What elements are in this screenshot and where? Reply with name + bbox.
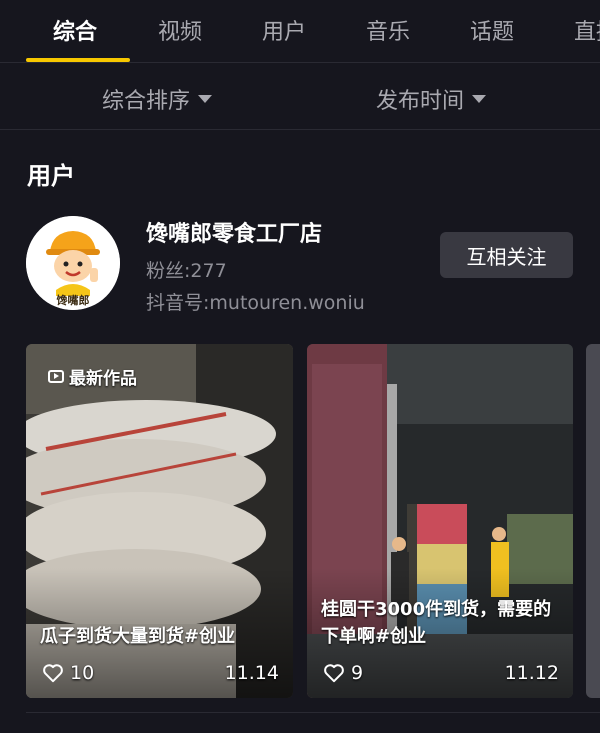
user-name[interactable]: 馋嘴郎零食工厂店 (146, 216, 322, 248)
divider (26, 712, 600, 713)
video-caption: 瓜子到货大量到货#创业 (40, 626, 236, 647)
video-date: 11.14 (224, 662, 279, 684)
tab-topic[interactable]: 话题 (470, 14, 514, 46)
video-card[interactable]: 最新作品 瓜子到货大量到货#创业 10 11.14 (26, 344, 293, 698)
category-tabs: 综合 视频 用户 音乐 话题 直播 (0, 0, 600, 63)
tab-music[interactable]: 音乐 (366, 14, 410, 46)
heart-icon (43, 664, 63, 683)
svg-text:馋嘴郎: 馋嘴郎 (56, 293, 90, 307)
publish-time-label: 发布时间 (376, 89, 465, 114)
section-title: 用户 (27, 162, 75, 190)
publish-time-dropdown[interactable]: 发布时间 (376, 83, 487, 115)
douyin-id: 抖音号:mutouren.woniu (146, 292, 365, 314)
video-date: 11.12 (504, 662, 559, 684)
tab-comprehensive[interactable]: 综合 (53, 14, 97, 46)
video-card[interactable]: 桂圆干3000件到货，需要的下单啊#创业 9 11.12 (307, 344, 573, 698)
avatar[interactable]: 馋嘴郎 (26, 216, 120, 310)
follow-button[interactable]: 互相关注 (440, 232, 573, 278)
caret-down-icon (198, 95, 213, 103)
heart-icon (324, 664, 344, 683)
like-count: 10 (42, 662, 94, 684)
video-play-icon (48, 370, 64, 383)
latest-work-badge: 最新作品 (48, 364, 137, 389)
video-card-partial[interactable] (586, 344, 600, 698)
tab-user[interactable]: 用户 (262, 14, 306, 46)
like-count-value: 10 (70, 662, 95, 684)
active-tab-indicator (26, 58, 130, 62)
tab-live[interactable]: 直播 (574, 14, 600, 46)
like-count: 9 (323, 662, 363, 684)
like-count-value: 9 (351, 662, 364, 684)
tab-video[interactable]: 视频 (158, 14, 202, 46)
video-caption: 桂圆干3000件到货，需要的下单啊#创业 (321, 599, 552, 647)
badge-label: 最新作品 (69, 369, 137, 389)
caret-down-icon (472, 95, 487, 103)
sort-order-dropdown[interactable]: 综合排序 (102, 83, 213, 115)
sort-order-label: 综合排序 (102, 89, 191, 114)
fans-count: 粉丝:277 (146, 260, 227, 282)
filter-bar: 综合排序 发布时间 (0, 63, 600, 130)
